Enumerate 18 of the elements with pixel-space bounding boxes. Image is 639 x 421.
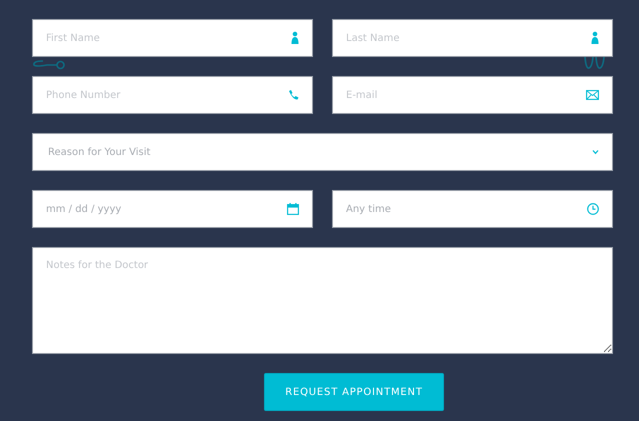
email-field[interactable]: E-mail <box>332 76 613 114</box>
squiggle-drawing <box>584 57 606 70</box>
person-icon <box>591 32 599 44</box>
name-field[interactable]: First Name <box>32 19 313 57</box>
squiggle-drawing <box>33 58 67 70</box>
notes-field[interactable]: Notes for the Doctor <box>32 247 613 354</box>
calendar-icon <box>287 203 299 215</box>
date-field[interactable]: mm / dd / yyyy <box>32 190 313 228</box>
clock-icon <box>587 203 599 215</box>
request-appointment-button[interactable]: REQUEST APPOINTMENT <box>264 373 444 411</box>
person-icon <box>291 32 299 44</box>
name-field[interactable]: Last Name <box>332 19 613 57</box>
phone-field[interactable]: Phone Number <box>32 76 313 114</box>
select-field[interactable]: Reason for Your Visit <box>32 133 613 171</box>
mail-icon <box>586 90 599 100</box>
time-field[interactable]: Any time <box>332 190 613 228</box>
phone-icon <box>288 90 299 100</box>
chevron-icon <box>592 150 599 154</box>
